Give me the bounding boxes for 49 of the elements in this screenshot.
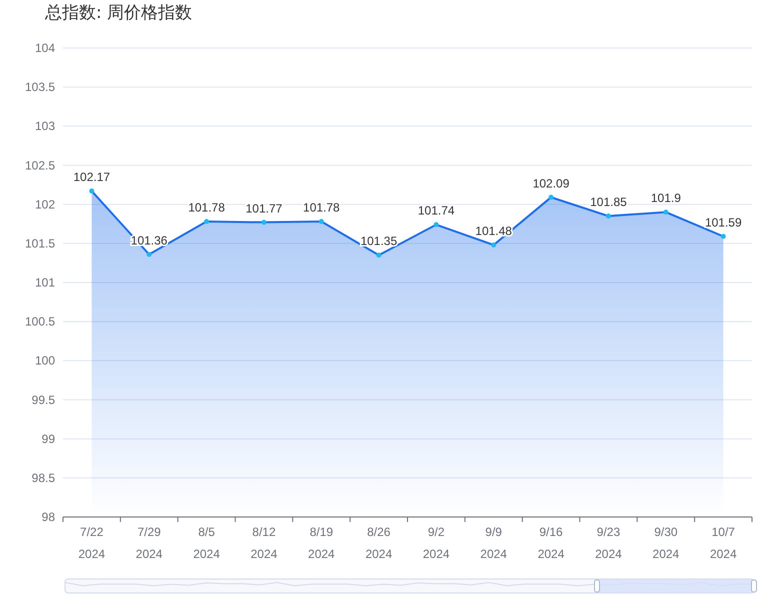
- data-label: 101.35: [360, 234, 398, 248]
- axis-label: 9/9 2024: [480, 525, 507, 561]
- data-point: [434, 222, 439, 228]
- data-point: [720, 234, 726, 239]
- axis-label: 7/29 2024: [136, 525, 162, 561]
- data-label: 101.9: [650, 191, 681, 206]
- data-label: 102.09: [532, 176, 570, 190]
- data-point: [606, 214, 611, 219]
- axis-label: 9/30 2024: [652, 525, 680, 561]
- axis-label: 8/5 2024: [193, 525, 220, 561]
- axis-label: 101: [34, 276, 55, 290]
- axis-label: 103: [34, 119, 55, 134]
- axis-label: 7/22 2024: [78, 525, 106, 561]
- data-point: [261, 220, 266, 225]
- axis-label: 100.5: [24, 314, 55, 329]
- axis-label: 98.5: [32, 470, 55, 485]
- axis-label: 10/7 2024: [710, 525, 737, 561]
- axis-label: 99.5: [32, 392, 55, 407]
- axis-label: 103.5: [24, 80, 55, 94]
- axis-label: 9/2 2024: [422, 525, 450, 561]
- axis-label: 104: [34, 41, 55, 55]
- data-label: 101.77: [246, 201, 282, 216]
- data-point: [318, 219, 324, 224]
- axis-label: 102: [34, 197, 55, 212]
- axis-label: 99: [42, 432, 55, 446]
- data-label: 101.74: [418, 204, 455, 218]
- axis-label: 101.5: [24, 236, 55, 250]
- data-point: [146, 252, 152, 257]
- data-point: [663, 210, 668, 215]
- chart-title: 总指数: 周价格指数: [45, 3, 192, 23]
- axis-label: 8/26 2024: [365, 525, 392, 561]
- data-label: 101.78: [188, 200, 225, 215]
- axis-label: 9/16 2024: [538, 525, 564, 561]
- data-point: [491, 242, 496, 248]
- axis-label: 8/19 2024: [308, 525, 335, 561]
- data-point: [89, 188, 94, 194]
- data-label: 102.17: [73, 170, 110, 184]
- axis-label: 102.5: [24, 158, 55, 172]
- data-point: [376, 252, 382, 258]
- axis-label: 100: [34, 354, 55, 368]
- data-label: 101.59: [704, 215, 742, 230]
- zoom-slider-drawing[interactable]: [64, 578, 757, 594]
- data-point: [204, 219, 210, 224]
- axis-label: 98: [42, 510, 55, 524]
- axis-label: 8/12 2024: [250, 525, 278, 561]
- data-label: 101.85: [590, 195, 627, 210]
- axis-label: 9/23 2024: [595, 525, 622, 561]
- data-point: [548, 194, 554, 200]
- data-label: 101.78: [303, 200, 340, 215]
